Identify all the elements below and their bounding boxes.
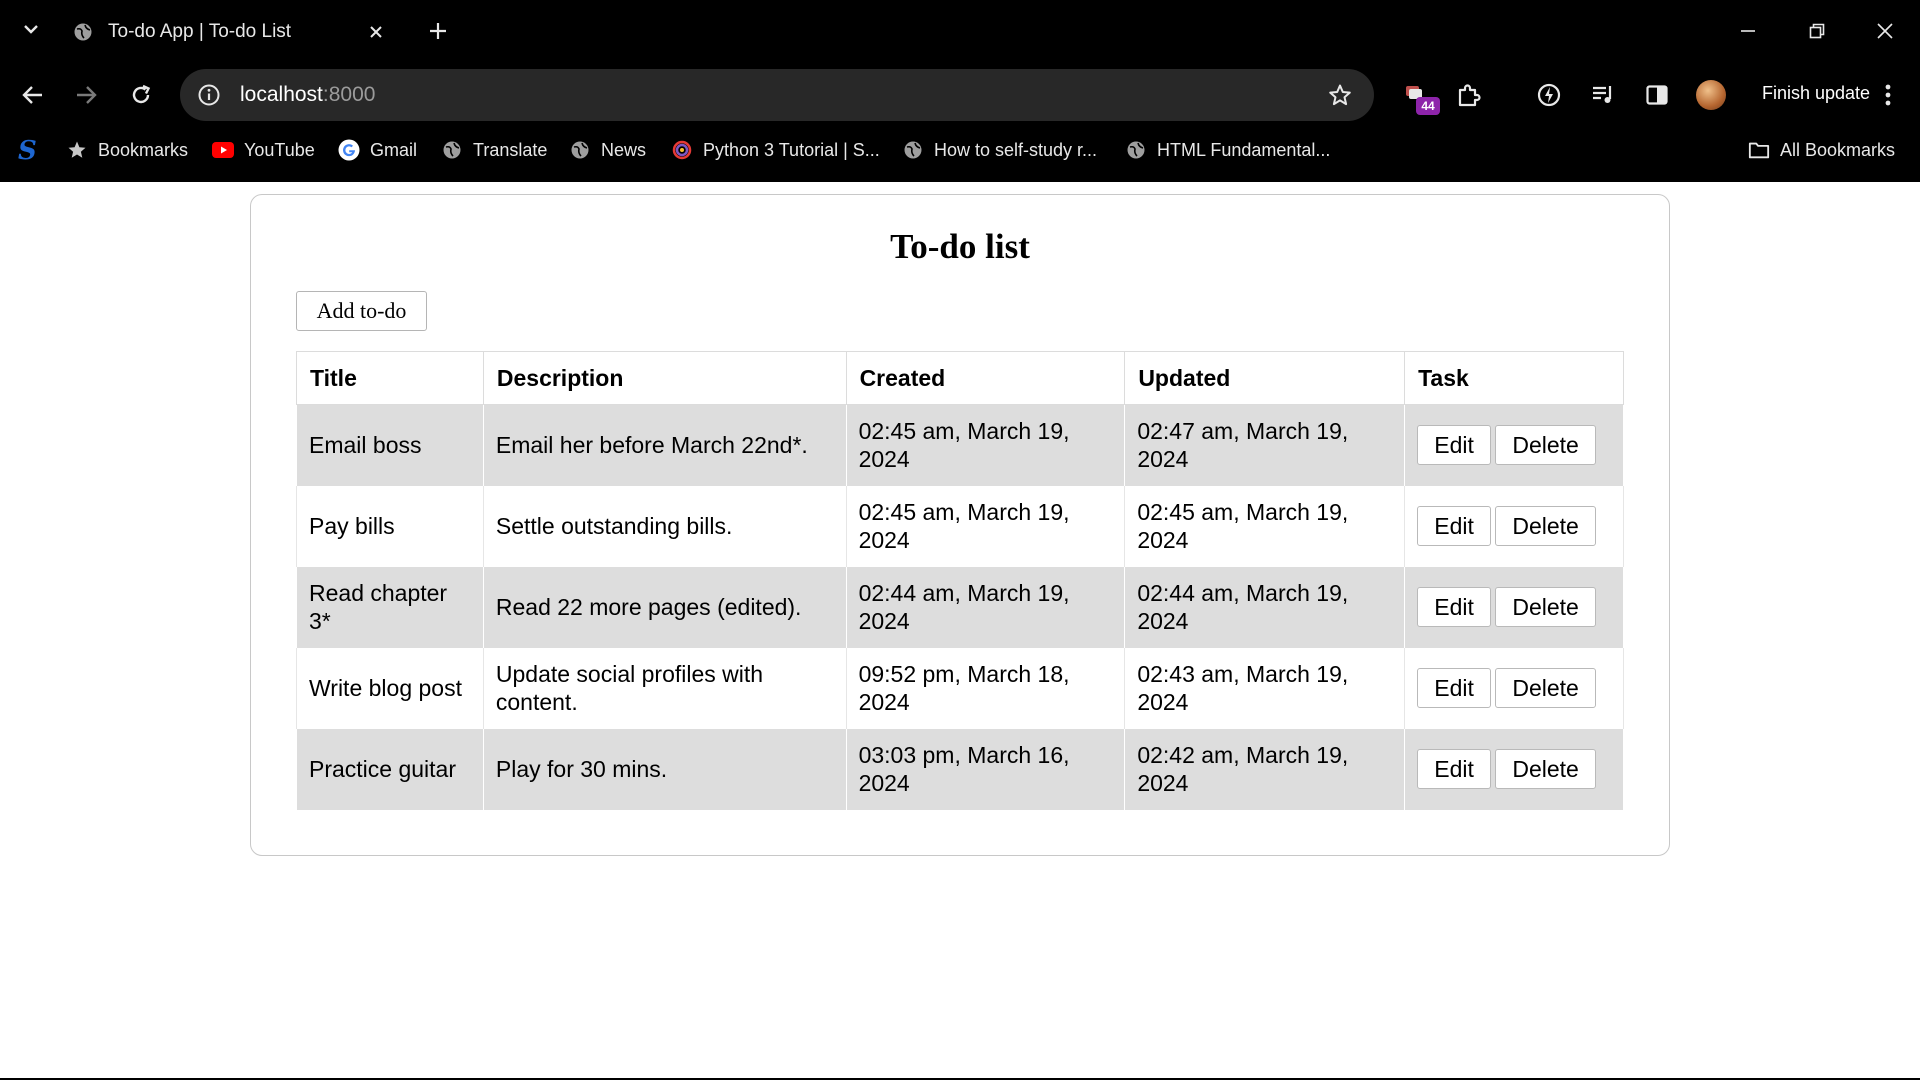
finish-update-button[interactable]: Finish update [1762, 83, 1870, 104]
extension-badge: 44 [1416, 97, 1440, 115]
todo-description: Read 22 more pages (edited). [482, 566, 847, 648]
globe-icon [902, 139, 924, 161]
back-arrow-icon[interactable] [17, 79, 49, 111]
extensions-puzzle-icon[interactable] [1453, 79, 1485, 111]
bookmark-gmail[interactable]: Gmail [338, 136, 417, 164]
tab-search-chevron-icon[interactable] [18, 16, 44, 42]
bookmark-translate[interactable]: Translate [441, 136, 547, 164]
extension-cards-icon[interactable]: 44 [1400, 79, 1440, 115]
google-icon [338, 139, 360, 161]
bookmark-self-study[interactable]: How to self-study r... [902, 136, 1097, 164]
page-title: To-do list [890, 227, 1030, 266]
todo-description: Settle outstanding bills. [482, 485, 847, 567]
media-controls-icon[interactable] [1587, 79, 1619, 111]
todo-description: Update social profiles with content. [482, 647, 847, 729]
bookmarks-bar: S Bookmarks YouTube Gmail Translate News… [0, 130, 1920, 170]
tab-title: To-do App | To-do List [108, 21, 292, 42]
address-bar[interactable]: localhost:8000 [180, 69, 1374, 121]
table-row: Practice guitar Play for 30 mins. 03:03 … [296, 728, 1624, 810]
star-icon [66, 139, 88, 161]
table-row: Email boss Email her before March 22nd*.… [296, 404, 1624, 486]
youtube-icon [212, 139, 234, 161]
globe-icon [569, 139, 591, 161]
column-header-description: Description [482, 351, 847, 405]
bookmark-bookmarks[interactable]: Bookmarks [66, 136, 188, 164]
all-bookmarks[interactable]: All Bookmarks [1748, 136, 1895, 164]
todo-task-cell: Edit Delete [1404, 404, 1624, 486]
column-header-created: Created [845, 351, 1126, 405]
delete-button[interactable]: Delete [1495, 749, 1597, 789]
edit-button[interactable]: Edit [1417, 506, 1492, 546]
site-info-icon[interactable] [192, 78, 226, 112]
delete-button[interactable]: Delete [1495, 668, 1597, 708]
todo-title: Read chapter 3* [296, 566, 484, 648]
bookmark-news[interactable]: News [569, 136, 646, 164]
bookmark-html-fundamentals[interactable]: HTML Fundamental... [1125, 136, 1330, 164]
todo-title: Email boss [296, 404, 484, 486]
close-tab-icon[interactable] [364, 20, 388, 44]
minimize-icon[interactable] [1731, 14, 1765, 48]
todo-task-cell: Edit Delete [1404, 728, 1624, 810]
todo-card: To-do list Add to-do Title Description C… [250, 194, 1670, 856]
column-header-title: Title [296, 351, 484, 405]
delete-button[interactable]: Delete [1495, 587, 1597, 627]
todo-title: Practice guitar [296, 728, 484, 810]
edit-button[interactable]: Edit [1417, 425, 1492, 466]
bookmark-youtube[interactable]: YouTube [212, 136, 315, 164]
new-tab-plus-icon[interactable] [424, 17, 452, 45]
column-header-updated: Updated [1124, 351, 1406, 405]
todo-title: Write blog post [296, 647, 484, 729]
todo-task-cell: Edit Delete [1404, 647, 1624, 729]
bookmark-star-icon[interactable] [1326, 81, 1354, 109]
url-text: localhost:8000 [240, 83, 376, 106]
swirl-icon [671, 139, 693, 161]
table-row: Read chapter 3* Read 22 more pages (edit… [296, 566, 1624, 648]
folder-icon [1748, 139, 1770, 161]
todo-created: 09:52 pm, March 18, 2024 [845, 647, 1126, 729]
delete-button[interactable]: Delete [1495, 506, 1597, 546]
globe-icon [1125, 139, 1147, 161]
profile-avatar[interactable] [1696, 80, 1726, 110]
add-todo-button[interactable]: Add to-do [296, 291, 427, 331]
bookmark-python-tutorial[interactable]: Python 3 Tutorial | S... [671, 136, 880, 164]
todo-task-cell: Edit Delete [1404, 485, 1624, 567]
todo-description: Play for 30 mins. [482, 728, 847, 810]
column-header-task: Task [1404, 351, 1624, 405]
globe-icon [441, 139, 463, 161]
table-row: Pay bills Settle outstanding bills. 02:4… [296, 485, 1624, 567]
edit-button[interactable]: Edit [1417, 668, 1492, 708]
forward-arrow-icon[interactable] [70, 79, 102, 111]
toolbar: localhost:8000 44 Finish update [0, 68, 1920, 122]
s-logo-bookmark[interactable]: S [18, 136, 37, 166]
delete-button[interactable]: Delete [1495, 425, 1597, 466]
table-header-row: Title Description Created Updated Task [296, 351, 1624, 405]
edit-button[interactable]: Edit [1417, 749, 1492, 789]
todo-created: 02:45 am, March 19, 2024 [845, 485, 1126, 567]
restore-icon[interactable] [1800, 14, 1834, 48]
todo-table: Title Description Created Updated Task E… [296, 351, 1624, 810]
todo-updated: 02:45 am, March 19, 2024 [1124, 485, 1406, 567]
active-tab[interactable]: To-do App | To-do List [60, 10, 408, 54]
more-menu-icon[interactable] [1876, 79, 1900, 111]
todo-updated: 02:47 am, March 19, 2024 [1124, 404, 1406, 486]
close-window-icon[interactable] [1868, 14, 1902, 48]
todo-updated: 02:44 am, March 19, 2024 [1124, 566, 1406, 648]
todo-created: 02:45 am, March 19, 2024 [845, 404, 1126, 486]
reload-icon[interactable] [125, 79, 157, 111]
todo-title: Pay bills [296, 485, 484, 567]
table-row: Write blog post Update social profiles w… [296, 647, 1624, 729]
edit-button[interactable]: Edit [1417, 587, 1492, 627]
todo-task-cell: Edit Delete [1404, 566, 1624, 648]
todo-created: 03:03 pm, March 16, 2024 [845, 728, 1126, 810]
side-panel-icon[interactable] [1641, 79, 1673, 111]
todo-updated: 02:42 am, March 19, 2024 [1124, 728, 1406, 810]
globe-icon [72, 21, 94, 43]
tab-strip: To-do App | To-do List [0, 0, 1920, 62]
browser-chrome: To-do App | To-do List localhost:8000 44… [0, 0, 1920, 182]
todo-created: 02:44 am, March 19, 2024 [845, 566, 1126, 648]
todo-description: Email her before March 22nd*. [482, 404, 847, 486]
todo-updated: 02:43 am, March 19, 2024 [1124, 647, 1406, 729]
performance-icon[interactable] [1533, 79, 1565, 111]
